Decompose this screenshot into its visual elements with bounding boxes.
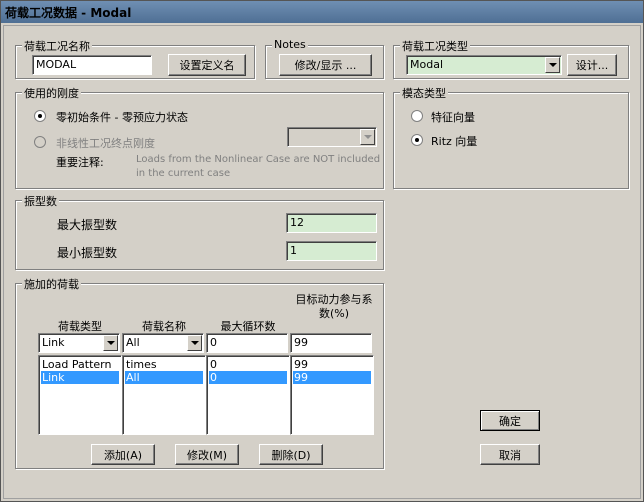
load-name-list[interactable]: times All xyxy=(122,355,206,435)
notes-group: Notes 修改/显示 ... xyxy=(265,38,384,79)
min-modes-input[interactable]: 1 xyxy=(286,241,377,261)
load-type-list[interactable]: Load Pattern Link xyxy=(38,355,122,435)
chevron-down-icon[interactable] xyxy=(360,129,375,145)
case-name-input[interactable]: MODAL xyxy=(32,55,152,75)
ritz-vectors-radio[interactable] xyxy=(411,134,423,146)
case-type-select[interactable]: Modal xyxy=(406,55,562,75)
min-modes-label: 最小振型数 xyxy=(57,246,118,260)
max-modes-label: 最大振型数 xyxy=(57,218,118,232)
target-ratio-list[interactable]: 99 99 xyxy=(290,355,374,435)
list-item[interactable]: 0 xyxy=(209,371,287,384)
add-load-button[interactable]: 添加(A) xyxy=(91,444,155,465)
eigen-vectors-radio[interactable] xyxy=(411,110,423,122)
max-modes-input[interactable]: 12 xyxy=(286,213,377,233)
case-type-value: Modal xyxy=(410,58,443,71)
number-of-modes-group: 振型数 最大振型数 12 最小振型数 1 xyxy=(15,193,384,270)
modal-type-group-title: 模态类型 xyxy=(400,85,448,101)
number-of-modes-group-title: 振型数 xyxy=(22,193,59,209)
stiffness-group: 使用的刚度 零初始条件 - 零预应力状态 非线性工况终点刚度 重要注释: Loa… xyxy=(15,85,384,189)
load-name-header: 荷载名称 xyxy=(142,320,186,333)
title-bar: 荷载工况数据 - Modal xyxy=(1,1,643,23)
max-cycles-list[interactable]: 0 0 xyxy=(206,355,290,435)
important-note-text-line2: in the current case xyxy=(136,168,231,179)
chevron-down-icon[interactable] xyxy=(545,57,560,73)
list-item[interactable]: All xyxy=(125,371,203,384)
load-type-select-value: Link xyxy=(42,336,65,349)
design-button[interactable]: 设计... xyxy=(567,54,617,76)
ratio-header-line2: 数(%) xyxy=(318,307,350,320)
list-item[interactable]: 0 xyxy=(209,358,287,371)
case-type-group: 荷载工况类型 Modal 设计... xyxy=(393,38,629,79)
delete-load-button[interactable]: 删除(D) xyxy=(259,444,323,465)
cancel-button[interactable]: 取消 xyxy=(480,444,540,465)
list-item[interactable]: times xyxy=(125,358,203,371)
chevron-down-icon[interactable] xyxy=(187,335,202,351)
notes-group-title: Notes xyxy=(272,38,308,51)
load-name-select-value: All xyxy=(126,336,140,349)
modify-show-notes-button[interactable]: 修改/显示 ... xyxy=(279,54,372,76)
case-name-group-title: 荷载工况名称 xyxy=(22,38,92,54)
list-item[interactable]: 99 xyxy=(293,358,371,371)
dialog-window: 荷载工况数据 - Modal 荷载工况名称 MODAL 设置定义名 Notes … xyxy=(0,0,644,502)
case-name-group: 荷载工况名称 MODAL 设置定义名 xyxy=(15,38,255,79)
set-display-name-button[interactable]: 设置定义名 xyxy=(168,54,246,76)
modal-type-group: 模态类型 特征向量 Ritz 向量 xyxy=(393,85,629,189)
nonlinear-case-select[interactable] xyxy=(287,127,377,147)
case-type-group-title: 荷载工况类型 xyxy=(400,38,470,54)
ritz-vectors-label: Ritz 向量 xyxy=(431,135,478,148)
chevron-down-icon[interactable] xyxy=(103,335,118,351)
nonlinear-end-label: 非线性工况终点刚度 xyxy=(56,137,155,150)
important-note-label: 重要注释: xyxy=(56,156,104,169)
dialog-client: 荷载工况名称 MODAL 设置定义名 Notes 修改/显示 ... 荷载工况类… xyxy=(3,25,641,499)
zero-initial-radio[interactable] xyxy=(34,110,46,122)
nonlinear-end-radio[interactable] xyxy=(34,136,46,148)
load-type-select[interactable]: Link xyxy=(38,333,120,353)
zero-initial-label: 零初始条件 - 零预应力状态 xyxy=(56,111,188,124)
list-item[interactable]: Load Pattern xyxy=(41,358,119,371)
max-cycles-input[interactable]: 0 xyxy=(206,333,288,353)
list-item[interactable]: 99 xyxy=(293,371,371,384)
modify-load-button[interactable]: 修改(M) xyxy=(175,444,239,465)
loads-applied-group-title: 施加的荷载 xyxy=(22,276,81,292)
loads-applied-group: 施加的荷载 目标动力参与系 数(%) 荷载类型 荷载名称 最大循环数 Link … xyxy=(15,276,384,469)
eigen-vectors-label: 特征向量 xyxy=(431,111,475,124)
ok-button[interactable]: 确定 xyxy=(480,410,540,431)
important-note-text-line1: Loads from the Nonlinear Case are NOT in… xyxy=(136,154,381,165)
list-item[interactable]: Link xyxy=(41,371,119,384)
load-name-select[interactable]: All xyxy=(122,333,204,353)
target-ratio-input[interactable]: 99 xyxy=(290,333,372,353)
stiffness-group-title: 使用的刚度 xyxy=(22,85,81,101)
load-type-header: 荷载类型 xyxy=(58,320,102,333)
max-cycles-header: 最大循环数 xyxy=(220,320,276,333)
